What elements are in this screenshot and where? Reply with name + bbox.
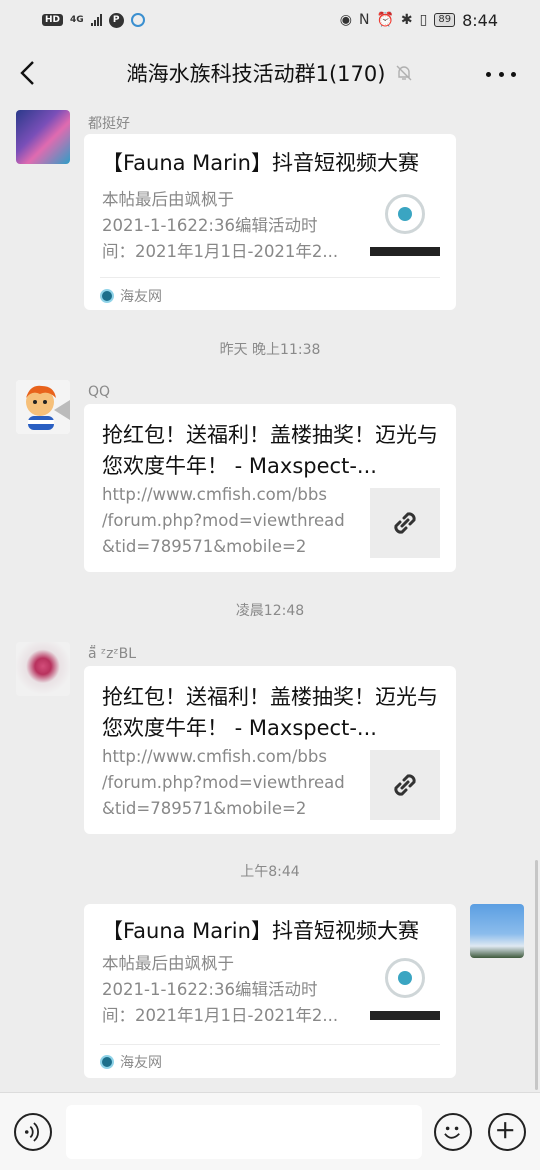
avatar[interactable] (16, 642, 70, 696)
source-name: 海友网 (120, 1055, 162, 1071)
plus-icon[interactable] (488, 1113, 526, 1151)
link-card[interactable]: 【Fauna Marin】抖音短视频大赛 本帖最后由飒枫于 2021-1-162… (84, 134, 456, 310)
bell-off-icon (396, 65, 412, 81)
card-thumbnail (370, 750, 440, 820)
link-card[interactable]: 【Fauna Marin】抖音短视频大赛 本帖最后由飒枫于 2021-1-162… (84, 904, 456, 1078)
input-bar (0, 1092, 540, 1170)
card-title: 【Fauna Marin】抖音短视频大赛 (102, 919, 419, 943)
fauna-logo-icon (385, 194, 425, 234)
avatar[interactable] (16, 110, 70, 164)
sync-icon (130, 13, 145, 27)
signal-icon (90, 14, 102, 26)
timestamp: 昨天 晚上11:38 (219, 342, 321, 358)
card-description: http://www.cmfish.com/bbs /forum.php?mod… (102, 747, 345, 818)
card-description: 本帖最后由飒枫于 2021-1-1622:36编辑活动时 间：2021年1月1日… (102, 954, 339, 1025)
card-title: 抢红包！送福利！盖楼抽奖！迈光与您欢度牛年！ - Maxspect-... (102, 423, 438, 478)
sender-name: ä̈̈ ᶻzᶻBL (88, 646, 137, 662)
card-source: 海友网 (100, 286, 162, 306)
message-input[interactable] (66, 1105, 422, 1159)
card-title: 【Fauna Marin】抖音短视频大赛 (102, 151, 419, 175)
parking-icon: P (108, 12, 124, 28)
eye-icon: ◉ (339, 12, 352, 28)
link-card[interactable]: 抢红包！送福利！盖楼抽奖！迈光与您欢度牛年！ - Maxspect-... ht… (84, 666, 456, 834)
link-icon (394, 512, 416, 534)
more-dots-icon[interactable] (486, 62, 516, 86)
avatar[interactable] (470, 904, 524, 958)
card-title: 抢红包！送福利！盖楼抽奖！迈光与您欢度牛年！ - Maxspect-... (102, 685, 438, 740)
nav-bar: 澔海水族科技活动群1(170) (0, 40, 540, 106)
card-thumbnail (370, 488, 440, 558)
card-source: 海友网 (100, 1052, 162, 1072)
source-name: 海友网 (120, 289, 162, 305)
chevron-left-icon[interactable] (14, 58, 44, 88)
divider (100, 277, 440, 278)
card-description: 本帖最后由飒枫于 2021-1-1622:36编辑活动时 间：2021年1月1日… (102, 190, 339, 261)
hd-badge: HD (42, 14, 64, 26)
fauna-logo-icon (385, 958, 425, 998)
source-icon (100, 289, 114, 303)
voice-icon[interactable] (14, 1113, 52, 1151)
vibrate-icon: ▯ (419, 12, 428, 28)
status-right: ◉ N ⏰ ✱ ▯ 89 8:44 (340, 11, 498, 30)
battery-icon: 89 (434, 13, 456, 27)
chat-title: 澔海水族科技活动群1(170) (126, 62, 386, 86)
avatar[interactable] (16, 380, 70, 434)
bluetooth-icon: ✱ (400, 12, 413, 28)
sender-name: 都挺好 (88, 116, 130, 132)
link-card[interactable]: 抢红包！送福利！盖楼抽奖！迈光与您欢度牛年！ - Maxspect-... ht… (84, 404, 456, 572)
status-bar: HD 4G P ◉ N ⏰ ✱ ▯ 89 8:44 (0, 0, 540, 40)
divider (100, 1044, 440, 1045)
scrollbar[interactable] (535, 860, 538, 1090)
alarm-icon: ⏰ (376, 12, 394, 28)
card-thumbnail (370, 186, 440, 256)
network-type: 4G (70, 15, 84, 25)
emoji-icon[interactable] (434, 1113, 472, 1151)
nav-title-wrap: 澔海水族科技活动群1(170) (127, 58, 414, 88)
card-description: http://www.cmfish.com/bbs /forum.php?mod… (102, 485, 345, 556)
status-left: HD 4G P (42, 12, 145, 28)
cartoon-avatar-icon (16, 380, 70, 434)
source-icon (100, 1055, 114, 1069)
nfc-icon: N (358, 12, 370, 28)
timestamp: 上午8:44 (240, 864, 300, 880)
link-icon (394, 774, 416, 796)
sender-name: QQ (88, 384, 111, 400)
timestamp: 凌晨12:48 (235, 603, 305, 619)
card-thumbnail (370, 950, 440, 1020)
status-time: 8:44 (462, 10, 498, 30)
chat-area[interactable]: 都挺好 【Fauna Marin】抖音短视频大赛 本帖最后由飒枫于 2021-1… (0, 106, 540, 1092)
